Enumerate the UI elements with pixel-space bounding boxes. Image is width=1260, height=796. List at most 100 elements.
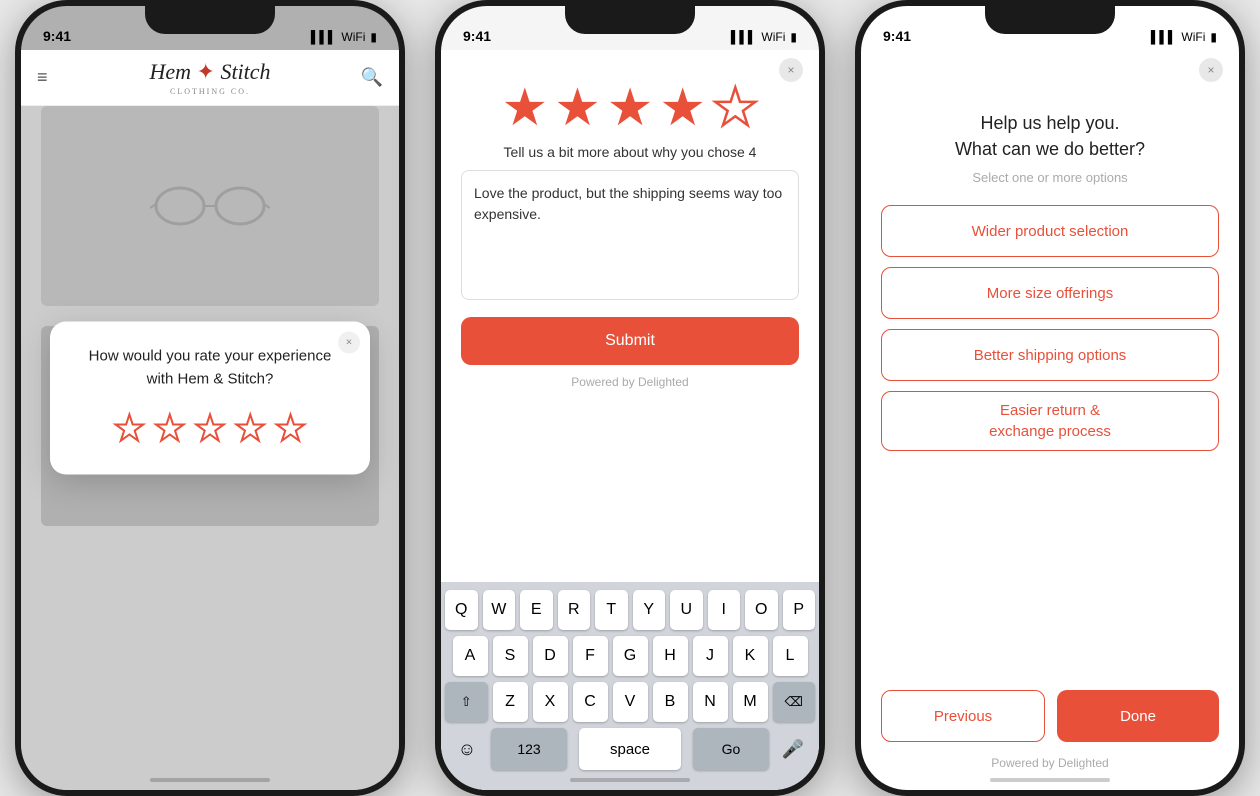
signal-icon: ▌▌▌ (311, 30, 337, 44)
key-e[interactable]: E (520, 590, 553, 630)
battery-icon-2: ▮ (790, 30, 797, 44)
key-d[interactable]: D (533, 636, 568, 676)
option-wider-product[interactable]: Wider product selection (881, 205, 1219, 257)
phone2-close-button[interactable]: × (779, 58, 803, 82)
key-y[interactable]: Y (633, 590, 666, 630)
key-emoji[interactable]: ☺ (449, 728, 485, 770)
keyboard-row-2: A S D F G H J K L (445, 636, 815, 676)
option-easier-return[interactable]: Easier return &exchange process (881, 391, 1219, 451)
hamburger-icon[interactable]: ≡ (37, 67, 48, 88)
home-indicator-2 (570, 778, 690, 782)
app-logo: Hem ✦ Stitch CLOTHING CO. (149, 59, 270, 96)
previous-button[interactable]: Previous (881, 690, 1045, 742)
signal-icon-3: ▌▌▌ (1151, 30, 1177, 44)
phone3-footer: Previous Done Powered by Delighted (881, 690, 1219, 770)
keyboard: Q W E R T Y U I O P A S D F G H J K (441, 582, 819, 790)
key-b[interactable]: B (653, 682, 688, 722)
key-o[interactable]: O (745, 590, 778, 630)
key-r[interactable]: R (558, 590, 591, 630)
key-v[interactable]: V (613, 682, 648, 722)
key-a[interactable]: A (453, 636, 488, 676)
modal-question: How would you rate your experience with … (74, 346, 346, 391)
phone2-star-row[interactable]: ★ ★ ★ ★ ★ (461, 66, 799, 144)
phone2-submit-button[interactable]: Submit (461, 317, 799, 365)
key-h[interactable]: H (653, 636, 688, 676)
status-time-3: 9:41 (883, 28, 911, 44)
app-header: ≡ Hem ✦ Stitch CLOTHING CO. 🔍 (21, 50, 399, 106)
star-2[interactable]: ★ (154, 411, 186, 447)
notch-1 (145, 6, 275, 34)
key-go[interactable]: Go (693, 728, 769, 770)
star-4[interactable]: ★ (234, 411, 266, 447)
signal-icon-2: ▌▌▌ (731, 30, 757, 44)
p2-star-4[interactable]: ★ (659, 82, 706, 134)
phone3-nav-buttons: Previous Done (881, 690, 1219, 742)
key-p[interactable]: P (783, 590, 816, 630)
phone3-close-button[interactable]: × (1199, 58, 1223, 82)
home-indicator-3 (990, 778, 1110, 782)
key-l[interactable]: L (773, 636, 808, 676)
search-icon[interactable]: 🔍 (361, 67, 383, 88)
key-123[interactable]: 123 (491, 728, 567, 770)
phone3-powered-label: Powered by Delighted (881, 756, 1219, 770)
status-time-2: 9:41 (463, 28, 491, 44)
option-more-size[interactable]: More size offerings (881, 267, 1219, 319)
status-icons-2: ▌▌▌ WiFi ▮ (731, 30, 797, 44)
phone3-select-hint: Select one or more options (881, 170, 1219, 185)
star-3[interactable]: ★ (194, 411, 226, 447)
key-k[interactable]: K (733, 636, 768, 676)
notch-2 (565, 6, 695, 34)
key-w[interactable]: W (483, 590, 516, 630)
sunglasses-svg (150, 176, 270, 236)
star-1[interactable]: ★ (113, 411, 145, 447)
status-icons-3: ▌▌▌ WiFi ▮ (1151, 30, 1217, 44)
wifi-icon-3: WiFi (1181, 30, 1205, 44)
status-time-1: 9:41 (43, 28, 71, 44)
notch-3 (985, 6, 1115, 34)
key-t[interactable]: T (595, 590, 628, 630)
star-rating-row[interactable]: ★ ★ ★ ★ ★ (74, 411, 346, 447)
p2-star-5[interactable]: ★ (712, 82, 759, 134)
rating-modal: × How would you rate your experience wit… (50, 322, 370, 475)
key-shift[interactable]: ⇧ (445, 682, 488, 722)
phone-3: 9:41 ▌▌▌ WiFi ▮ × Help us help you. What… (855, 0, 1245, 796)
done-button[interactable]: Done (1057, 690, 1219, 742)
key-n[interactable]: N (693, 682, 728, 722)
wifi-icon-2: WiFi (761, 30, 785, 44)
key-x[interactable]: X (533, 682, 568, 722)
key-mic[interactable]: 🎤 (775, 728, 811, 770)
key-m[interactable]: M (733, 682, 768, 722)
keyboard-row-1: Q W E R T Y U I O P (445, 590, 815, 630)
keyboard-row-3: ⇧ Z X C V B N M ⌫ (445, 682, 815, 722)
p2-star-1[interactable]: ★ (501, 82, 548, 134)
star-5[interactable]: ★ (274, 411, 306, 447)
key-backspace[interactable]: ⌫ (773, 682, 816, 722)
key-s[interactable]: S (493, 636, 528, 676)
key-space[interactable]: space (579, 728, 681, 770)
key-z[interactable]: Z (493, 682, 528, 722)
key-g[interactable]: G (613, 636, 648, 676)
option-better-shipping[interactable]: Better shipping options (881, 329, 1219, 381)
phone2-feedback-input[interactable] (461, 170, 799, 300)
key-q[interactable]: Q (445, 590, 478, 630)
key-u[interactable]: U (670, 590, 703, 630)
battery-icon-3: ▮ (1210, 30, 1217, 44)
p2-star-2[interactable]: ★ (554, 82, 601, 134)
keyboard-row-4: ☺ 123 space Go 🎤 (445, 728, 815, 770)
phone2-powered-label: Powered by Delighted (461, 375, 799, 389)
phone2-subtitle: Tell us a bit more about why you chose 4 (461, 144, 799, 160)
phone-1: 9:41 ▌▌▌ WiFi ▮ ≡ Hem ✦ Stitch CLOTHING … (15, 0, 405, 796)
phone3-survey-content: Help us help you. What can we do better?… (861, 50, 1239, 790)
key-i[interactable]: I (708, 590, 741, 630)
product-image-1 (41, 106, 379, 306)
modal-close-button[interactable]: × (338, 332, 360, 354)
key-c[interactable]: C (573, 682, 608, 722)
p2-star-3[interactable]: ★ (607, 82, 654, 134)
key-j[interactable]: J (693, 636, 728, 676)
phone-2: 9:41 ▌▌▌ WiFi ▮ × ★ ★ ★ ★ ★ Tell us a bi… (435, 0, 825, 796)
key-f[interactable]: F (573, 636, 608, 676)
home-indicator-1 (150, 778, 270, 782)
wifi-icon: WiFi (341, 30, 365, 44)
status-icons-1: ▌▌▌ WiFi ▮ (311, 30, 377, 44)
battery-icon: ▮ (370, 30, 377, 44)
